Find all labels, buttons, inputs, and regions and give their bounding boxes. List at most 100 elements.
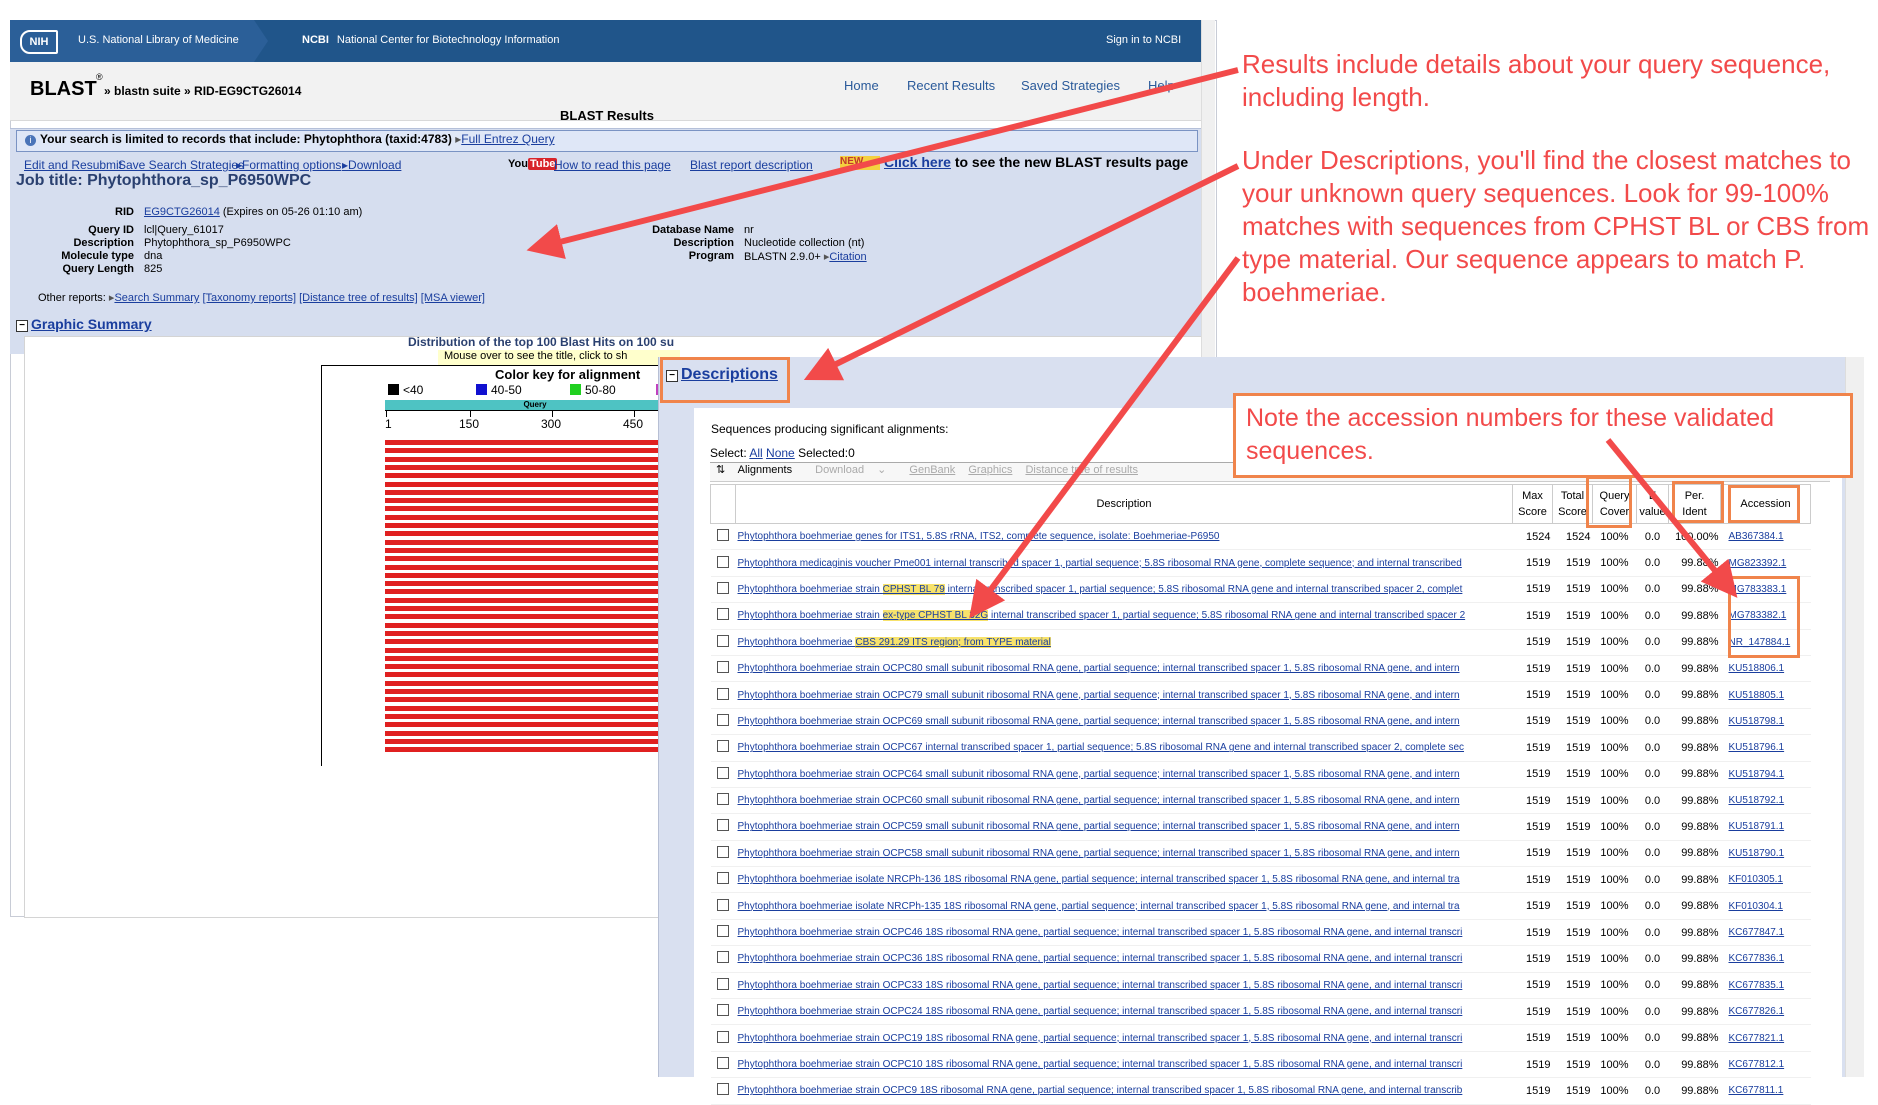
hit-bar[interactable]	[385, 440, 685, 445]
search-summary-link[interactable]: Search Summary	[114, 292, 199, 304]
accession-link[interactable]: KU518798.1	[1729, 716, 1785, 727]
row-checkbox[interactable]	[710, 549, 736, 577]
genbank-tab[interactable]: GenBank	[909, 464, 955, 476]
checkbox[interactable]	[717, 581, 729, 594]
header-description[interactable]: Description	[735, 484, 1513, 524]
hit-bar[interactable]	[385, 556, 685, 562]
accession-link[interactable]: KC677835.1	[1729, 980, 1785, 991]
citation-link[interactable]: Citation	[829, 251, 866, 263]
hit-bar[interactable]	[385, 514, 685, 520]
description-link[interactable]: Phytophthora boehmeriae strain ex-type C…	[738, 610, 1465, 622]
row-checkbox[interactable]	[710, 866, 736, 894]
header-max-score[interactable]: Max Score	[1512, 484, 1553, 524]
download-tab[interactable]: Download ⌄	[815, 464, 896, 476]
hit-bar[interactable]	[385, 539, 685, 545]
hit-bar[interactable]	[385, 589, 685, 595]
header-e-value[interactable]: Evalue	[1636, 484, 1669, 524]
nav-saved-strategies[interactable]: Saved Strategies	[1021, 78, 1120, 93]
hit-bar[interactable]	[385, 564, 685, 570]
checkbox[interactable]	[717, 555, 729, 568]
hit-bar[interactable]	[385, 664, 685, 670]
row-checkbox[interactable]	[710, 1051, 736, 1079]
hit-bar[interactable]	[385, 581, 685, 587]
checkbox[interactable]	[717, 687, 729, 700]
row-checkbox[interactable]	[710, 892, 736, 920]
hit-bar[interactable]	[385, 614, 685, 620]
description-link[interactable]: Phytophthora boehmeriae strain OCPC10 18…	[738, 1059, 1463, 1070]
description-link[interactable]: Phytophthora boehmeriae genes for ITS1, …	[738, 531, 1220, 542]
row-checkbox[interactable]	[710, 813, 736, 841]
checkbox[interactable]	[717, 872, 729, 885]
formatting-options-link[interactable]: ▸Formatting options	[236, 158, 341, 172]
hit-bar[interactable]	[385, 705, 685, 711]
description-link[interactable]: Phytophthora boehmeriae strain OCPC67 in…	[738, 742, 1465, 753]
click-here-link[interactable]: Click here	[884, 154, 951, 170]
hit-bar[interactable]	[385, 481, 685, 487]
accession-link[interactable]: KU518796.1	[1729, 742, 1785, 753]
hit-bar[interactable]	[385, 531, 685, 537]
description-link[interactable]: Phytophthora boehmeriae strain OCPC24 18…	[738, 1006, 1463, 1017]
description-link[interactable]: Phytophthora boehmeriae strain OCPC64 sm…	[738, 769, 1460, 780]
hit-bar[interactable]	[385, 630, 685, 636]
row-checkbox[interactable]	[710, 523, 736, 551]
hit-bar[interactable]	[385, 498, 685, 504]
hit-bar[interactable]	[385, 647, 685, 653]
accession-link[interactable]: KC677811.1	[1729, 1085, 1784, 1096]
row-checkbox[interactable]	[710, 1077, 736, 1105]
row-checkbox[interactable]	[710, 602, 736, 630]
nav-help[interactable]: Help	[1148, 78, 1175, 93]
row-checkbox[interactable]	[710, 708, 736, 736]
nlm-box[interactable]: NIH U.S. National Library of Medicine	[10, 20, 254, 62]
alignments-tab[interactable]: ⇅ Alignments	[710, 464, 802, 476]
checkbox[interactable]	[717, 766, 729, 779]
how-to-read-link[interactable]: How to read this page	[554, 158, 671, 172]
hit-bar[interactable]	[385, 622, 685, 628]
graphic-summary-toggle[interactable]: − Graphic Summary	[16, 316, 152, 332]
description-link[interactable]: Phytophthora boehmeriae strain OCPC60 sm…	[738, 795, 1460, 806]
select-all-link[interactable]: All	[749, 446, 762, 460]
accession-link[interactable]: KC677821.1	[1729, 1033, 1785, 1044]
row-checkbox[interactable]	[710, 629, 736, 656]
distance-tree-link[interactable]: [Distance tree of results]	[299, 292, 418, 304]
report-description-link[interactable]: Blast report description	[690, 158, 813, 172]
accession-link[interactable]: KF010305.1	[1729, 874, 1784, 885]
hit-bar[interactable]	[385, 547, 685, 553]
checkbox[interactable]	[717, 1004, 729, 1017]
description-link[interactable]: Phytophthora boehmeriae isolate NRCPh-13…	[738, 874, 1460, 885]
hit-bar[interactable]	[385, 713, 685, 719]
edit-resubmit-link[interactable]: Edit and Resubmit	[24, 158, 122, 172]
row-checkbox[interactable]	[710, 972, 736, 1000]
checkbox[interactable]	[717, 1030, 729, 1043]
row-checkbox[interactable]	[710, 681, 736, 709]
nav-home[interactable]: Home	[844, 78, 879, 93]
rid-link[interactable]: EG9CTG26014	[144, 206, 220, 218]
checkbox[interactable]	[717, 845, 729, 858]
description-link[interactable]: Phytophthora boehmeriae strain OCPC58 sm…	[738, 848, 1460, 859]
new-results-link[interactable]: Click here to see the new BLAST results …	[884, 154, 1188, 170]
description-link[interactable]: Phytophthora boehmeriae strain OCPC69 sm…	[738, 716, 1460, 727]
accession-link[interactable]: AB367384.1	[1729, 531, 1784, 542]
hit-bar[interactable]	[385, 697, 685, 703]
nav-recent-results[interactable]: Recent Results	[907, 78, 995, 93]
description-link[interactable]: Phytophthora boehmeriae strain OCPC33 18…	[738, 980, 1463, 991]
download-link[interactable]: ▸Download	[342, 158, 401, 172]
accession-link[interactable]: KC677812.1	[1729, 1059, 1785, 1070]
hit-bar[interactable]	[385, 456, 685, 462]
description-link[interactable]: Phytophthora boehmeriae strain OCPC36 18…	[738, 953, 1463, 964]
checkbox[interactable]	[717, 819, 729, 832]
hit-bar[interactable]	[385, 747, 685, 753]
checkbox[interactable]	[717, 608, 729, 621]
hit-bar[interactable]	[385, 722, 685, 728]
row-checkbox[interactable]	[710, 576, 736, 604]
description-link[interactable]: Phytophthora boehmeriae strain OCPC80 sm…	[738, 663, 1460, 674]
row-checkbox[interactable]	[710, 945, 736, 973]
ncbi-home-link[interactable]: NCBI National Center for Biotechnology In…	[302, 34, 559, 46]
checkbox[interactable]	[717, 529, 729, 542]
checkbox[interactable]	[717, 925, 729, 938]
description-link[interactable]: Phytophthora boehmeriae strain OCPC79 sm…	[738, 690, 1460, 701]
description-link[interactable]: Phytophthora boehmeriae strain CPHST BL …	[738, 583, 1462, 595]
accession-link[interactable]: KU518806.1	[1729, 663, 1785, 674]
hit-bar[interactable]	[385, 738, 685, 744]
hit-bar[interactable]	[385, 680, 685, 686]
select-none-link[interactable]: None	[766, 446, 795, 460]
